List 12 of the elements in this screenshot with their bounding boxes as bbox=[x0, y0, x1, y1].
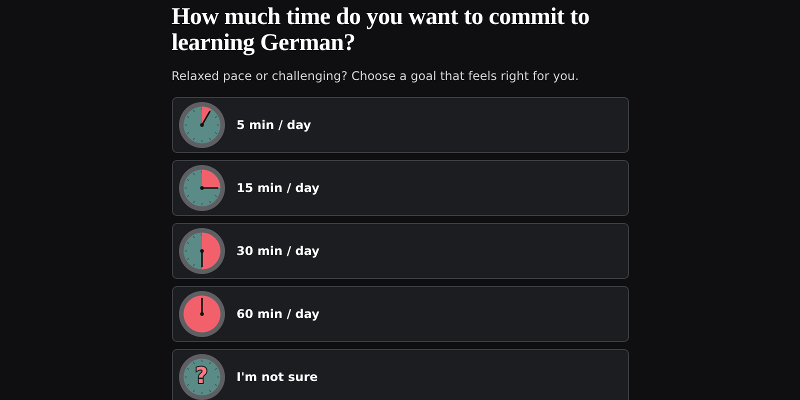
question-subtitle: Relaxed pace or challenging? Choose a goal that feels right for you. bbox=[172, 69, 580, 83]
question-title: How much time do you want to commit to learning German? bbox=[172, 4, 590, 56]
question-clock-icon: ? bbox=[178, 354, 224, 400]
option-card[interactable]: 15 min / day bbox=[172, 160, 628, 216]
clock-icon bbox=[178, 165, 224, 211]
clock-icon bbox=[178, 102, 224, 148]
clock-icon bbox=[178, 228, 224, 274]
option-card[interactable]: ? I'm not sure bbox=[172, 349, 628, 400]
option-card[interactable]: 30 min / day bbox=[172, 223, 628, 279]
option-card[interactable]: 60 min / day bbox=[172, 286, 628, 342]
clock-icon bbox=[178, 291, 224, 337]
option-card[interactable]: 5 min / day bbox=[172, 97, 628, 153]
